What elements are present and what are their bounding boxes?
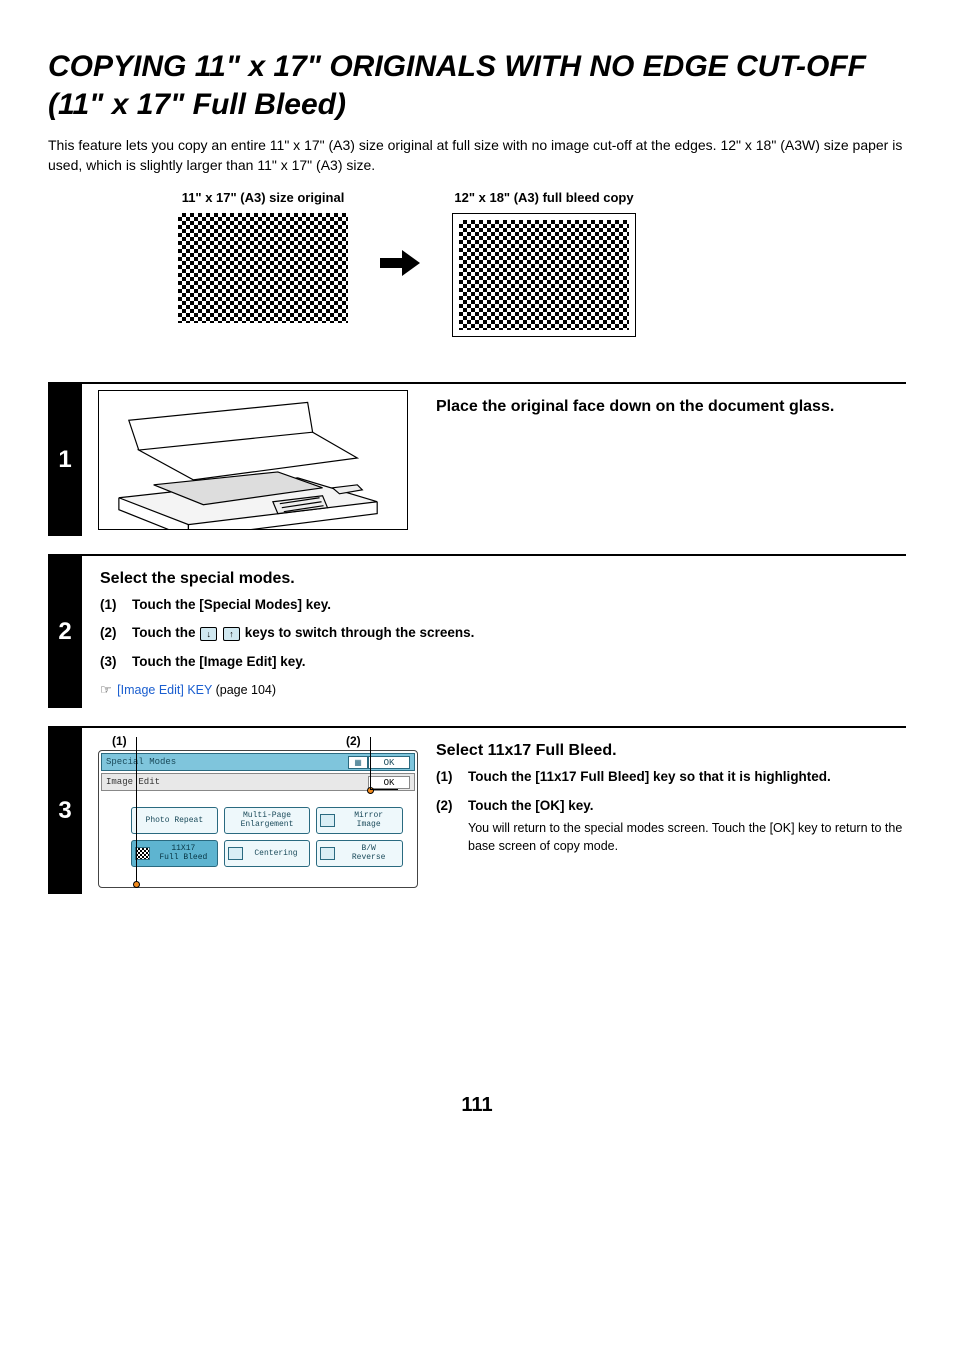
step-3-item-2: (2) Touch the [OK] key. You will return … [436, 797, 906, 855]
callout-dot-1 [133, 881, 140, 888]
panel-ok-button-inner[interactable]: OK [368, 776, 410, 789]
step-3-row: 3 (1) (2) Special Modes ▦ OK Image Edit … [48, 726, 906, 894]
step-3-number: 3 [48, 728, 82, 894]
step-3-title: Select 11x17 Full Bleed. [436, 742, 906, 760]
checker-original [178, 213, 348, 323]
callout-line-1 [136, 737, 137, 882]
mirror-image-icon [320, 814, 335, 827]
step-2-list: (1) Touch the [Special Modes] key. (2) T… [100, 596, 906, 673]
pointer-icon: ☞ [100, 682, 112, 697]
step-3-list: (1) Touch the [11x17 Full Bleed] key so … [436, 768, 906, 855]
step-2-body: Select the special modes. (1) Touch the … [82, 556, 906, 709]
step-3-illustration: (1) (2) Special Modes ▦ OK Image Edit OK… [82, 728, 422, 894]
panel-header-special-modes: Special Modes ▦ OK [101, 753, 415, 771]
diagram-original-caption: 11" x 17" (A3) size original [178, 190, 348, 205]
mirror-image-button[interactable]: Mirror Image [316, 807, 403, 834]
panel-callouts: (1) (2) [98, 734, 412, 748]
page-number: 111 [48, 1094, 906, 1117]
step-3-text: Select 11x17 Full Bleed. (1) Touch the [… [422, 728, 906, 894]
callout-line-2b [370, 789, 398, 790]
centering-button[interactable]: Centering [224, 840, 311, 867]
panel-ok-button-outer[interactable]: OK [368, 756, 410, 769]
intro-text: This feature lets you copy an entire 11"… [48, 135, 906, 176]
diagram-original: 11" x 17" (A3) size original [178, 190, 348, 328]
page-title: COPYING 11" x 17" ORIGINALS WITH NO EDGE… [48, 48, 906, 123]
panel-header1-label: Special Modes [106, 757, 348, 767]
bw-reverse-button[interactable]: B/W Reverse [316, 840, 403, 867]
special-modes-panel: Special Modes ▦ OK Image Edit OK Photo R… [98, 750, 418, 888]
centering-icon [228, 847, 243, 860]
diagram-copy: 12" x 18" (A3) full bleed copy [452, 190, 636, 342]
scanner-icon [99, 390, 407, 530]
up-arrow-key-icon: ↑ [223, 627, 240, 641]
step-1-text: Place the original face down on the docu… [422, 384, 906, 536]
multi-page-enlargement-button[interactable]: Multi-Page Enlargement [224, 807, 311, 834]
callout-line-2 [370, 737, 371, 789]
step-1-row: 1 Place the original fac [48, 382, 906, 536]
panel-button-grid: Photo Repeat Multi-Page Enlargement Mirr… [101, 803, 415, 885]
callout-2: (2) [346, 734, 361, 748]
step-1-illustration [82, 384, 422, 536]
step-3-item-2-desc: You will return to the special modes scr… [468, 820, 906, 855]
diagram-row: 11" x 17" (A3) size original 12" x 18" (… [178, 190, 906, 342]
step-1-number: 1 [48, 384, 82, 536]
full-bleed-button[interactable]: 11X17 Full Bleed [131, 840, 218, 867]
step-2-item-1: (1) Touch the [Special Modes] key. [100, 596, 906, 615]
diagram-copy-caption: 12" x 18" (A3) full bleed copy [452, 190, 636, 205]
bw-reverse-icon [320, 847, 335, 860]
step-1-title: Place the original face down on the docu… [436, 398, 906, 416]
full-bleed-icon [135, 847, 150, 860]
step-2-item-3: (3) Touch the [Image Edit] key. [100, 653, 906, 672]
step-2-title: Select the special modes. [100, 570, 906, 588]
step-2-number: 2 [48, 556, 82, 709]
panel-header2-label: Image Edit [106, 777, 368, 787]
callout-1: (1) [112, 734, 127, 748]
checker-copy [452, 213, 636, 337]
image-edit-key-link[interactable]: [Image Edit] KEY [117, 683, 212, 697]
down-arrow-key-icon: ↓ [200, 627, 217, 641]
arrow-icon [380, 190, 420, 276]
photo-repeat-button[interactable]: Photo Repeat [131, 807, 218, 834]
step-2-row: 2 Select the special modes. (1) Touch th… [48, 554, 906, 709]
step-3-item-1: (1) Touch the [11x17 Full Bleed] key so … [436, 768, 906, 787]
step-2-item-2: (2) Touch the ↓ ↑ keys to switch through… [100, 624, 906, 643]
panel-header-icon: ▦ [348, 756, 368, 769]
